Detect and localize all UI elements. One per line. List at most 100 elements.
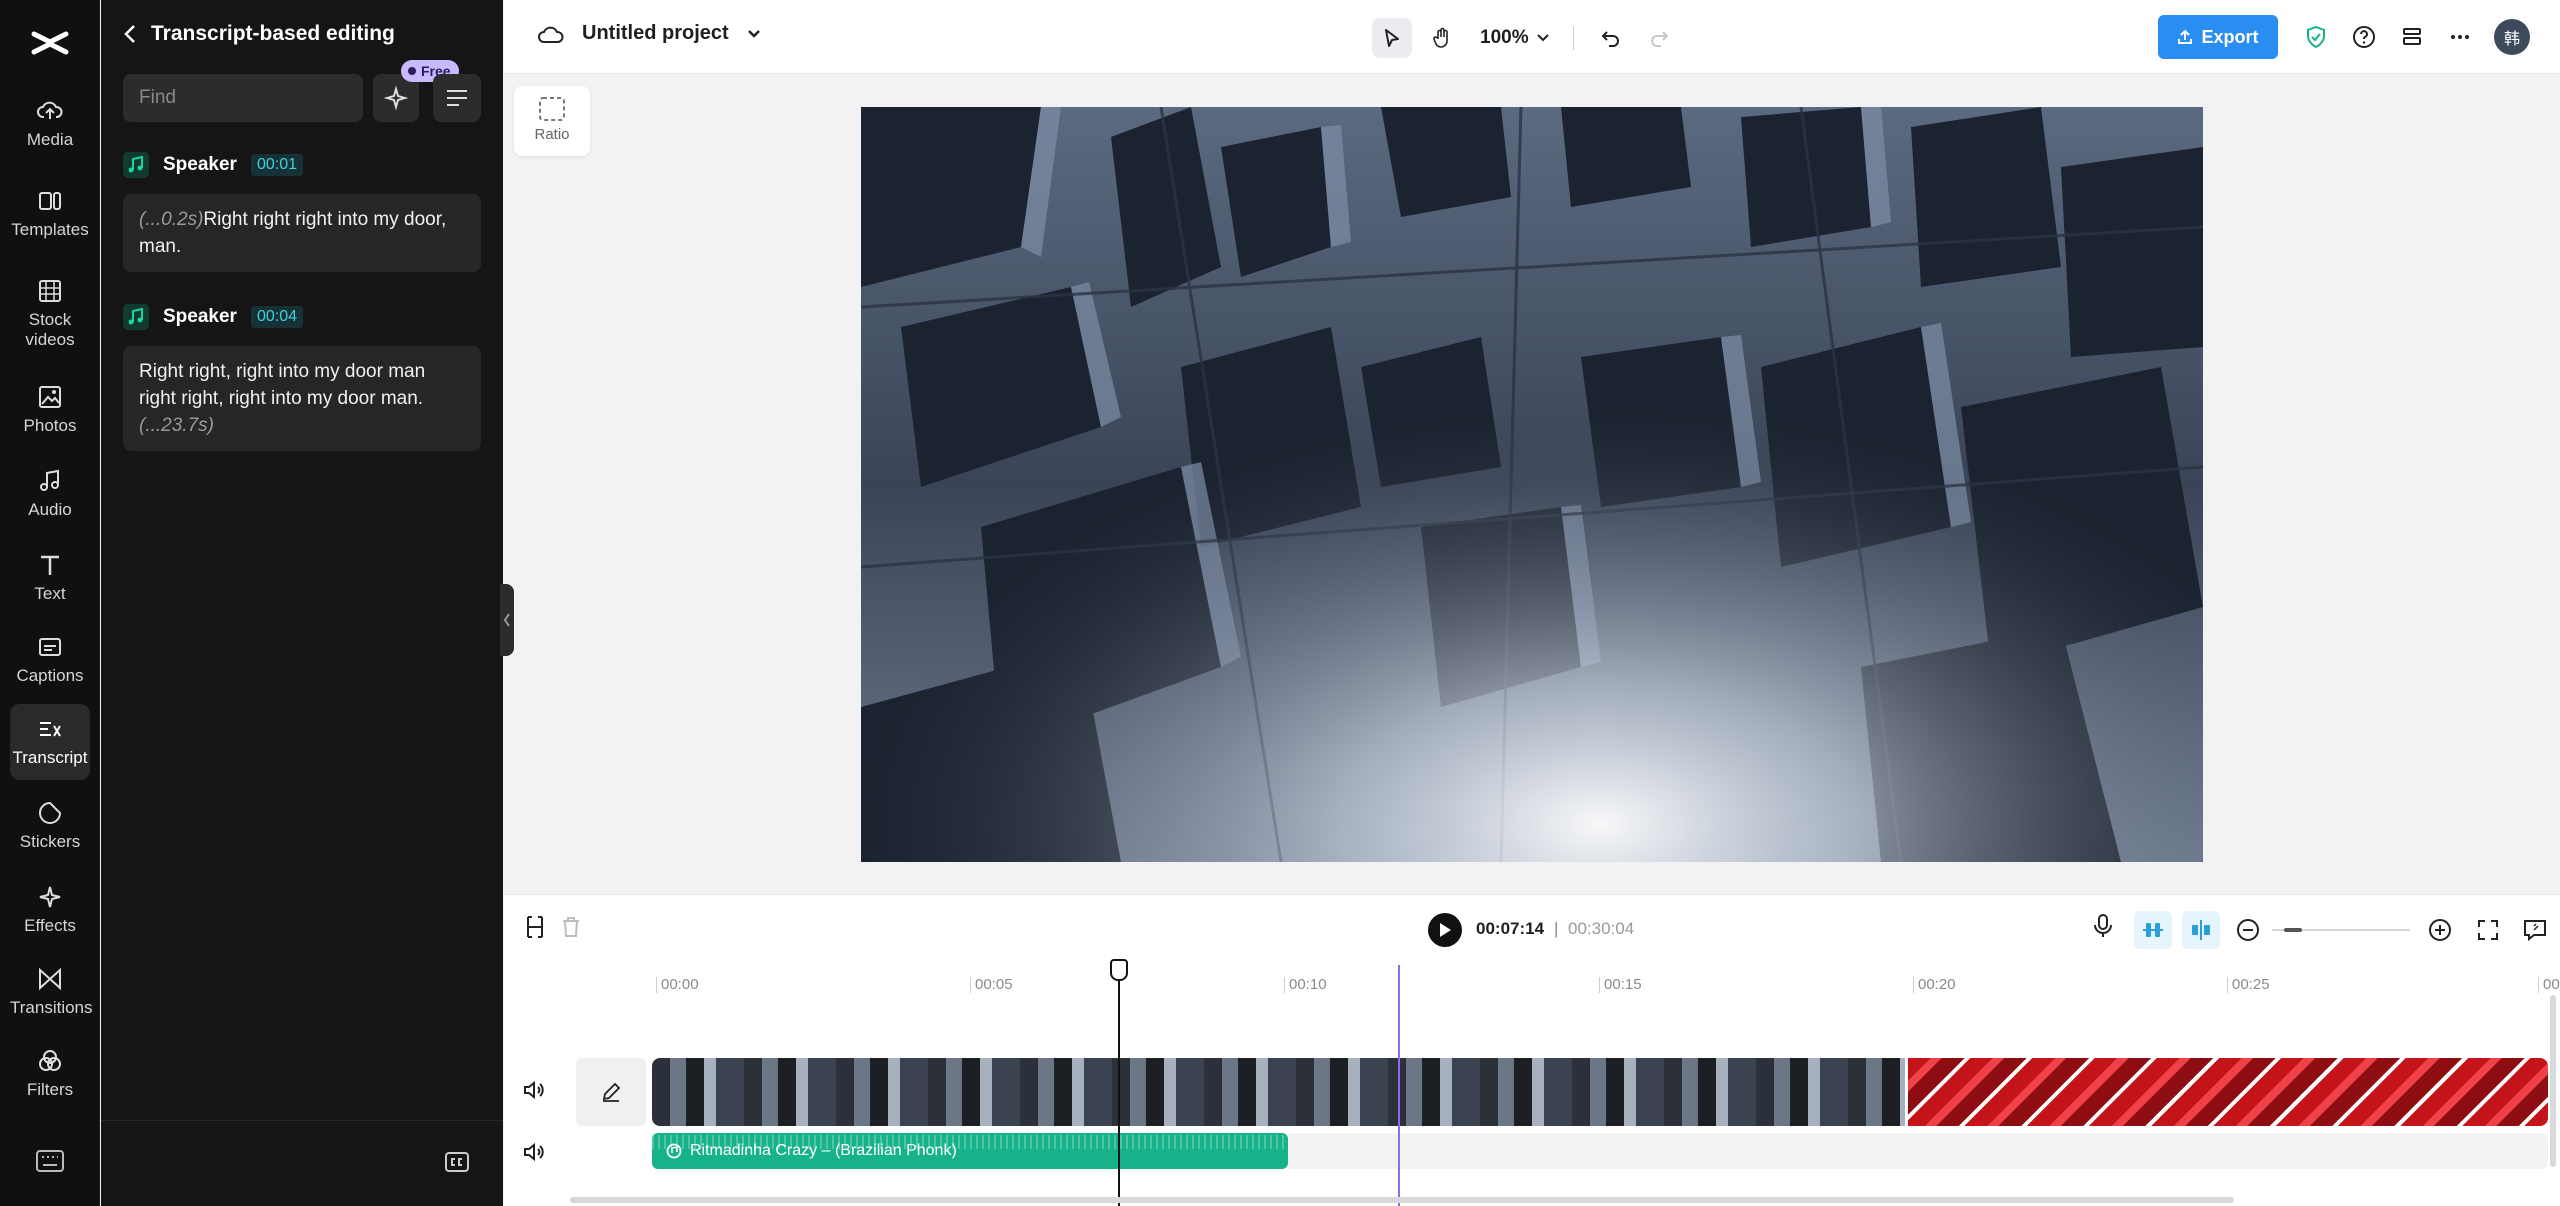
purple-marker-line — [1398, 965, 1400, 1206]
user-avatar[interactable]: 韩 — [2494, 19, 2530, 55]
time-separator: | — [1554, 919, 1559, 938]
trash-icon[interactable] — [560, 915, 582, 939]
video-clip-red[interactable] — [1908, 1058, 2548, 1126]
list-icon — [447, 90, 467, 106]
captions-icon — [39, 638, 61, 656]
transcript-panel: Transcript-based editing Free Speaker 00… — [101, 0, 503, 1206]
chevron-down-icon — [1536, 34, 1549, 42]
layers-button[interactable] — [2392, 17, 2432, 57]
keyboard-shortcuts-icon[interactable] — [36, 1150, 64, 1172]
playhead[interactable] — [1110, 959, 1128, 1206]
zoom-slider-knob[interactable] — [2284, 928, 2302, 932]
ratio-button[interactable]: Ratio — [514, 86, 590, 156]
toolbar-divider — [1572, 26, 1574, 50]
film-icon — [39, 280, 61, 302]
speaker-row[interactable]: Speaker 00:01 — [123, 152, 303, 178]
rail-item-stickers[interactable]: Stickers — [10, 788, 90, 864]
playhead-handle[interactable] — [1110, 959, 1128, 981]
transcript-block[interactable]: Right right, right into my door man righ… — [123, 346, 481, 451]
stack-icon — [2403, 28, 2421, 45]
timeline-zoom-slider[interactable] — [2272, 928, 2410, 932]
auto-snap-toggle[interactable] — [2134, 911, 2172, 949]
pause-marker[interactable]: (...0.2s) — [139, 209, 203, 230]
rail-item-media[interactable]: Media — [10, 86, 90, 162]
rail-label: Text — [34, 584, 66, 603]
select-tool-button[interactable] — [1372, 18, 1412, 58]
transcript-text[interactable]: Right right, right into my door man righ… — [139, 361, 425, 409]
panel-divider — [101, 1120, 503, 1121]
ruler-tick: 00:10 — [1284, 977, 1327, 993]
hand-tool-button[interactable] — [1422, 18, 1462, 58]
rail-label: Filters — [26, 1080, 74, 1099]
comment-icon[interactable] — [2522, 918, 2548, 942]
capcut-logo[interactable] — [30, 26, 70, 60]
ratio-label: Ratio — [534, 126, 570, 143]
audio-clip[interactable]: Ritmadinha Crazy – (Brazilian Phonk) — [652, 1133, 1288, 1169]
rail-item-transcript[interactable]: Transcript — [10, 704, 90, 780]
transcript-block[interactable]: (...0.2s)Right right right into my door,… — [123, 194, 481, 272]
transition-icon — [39, 967, 61, 991]
total-duration: 00:30:04 — [1568, 919, 1635, 938]
zoom-level: 100% — [1480, 27, 1529, 48]
rail-item-text[interactable]: Text — [10, 540, 90, 616]
speaker-name: Speaker — [163, 154, 237, 175]
security-button[interactable] — [2296, 17, 2336, 57]
redo-button[interactable] — [1640, 18, 1680, 58]
closed-captions-icon[interactable] — [445, 1152, 469, 1172]
video-preview[interactable] — [861, 107, 2203, 862]
split-icon[interactable] — [524, 915, 546, 939]
rail-item-stock-videos[interactable]: Stock videos — [10, 266, 90, 362]
magnet-link-icon — [2143, 923, 2163, 937]
time-ruler[interactable]: 00:00 00:05 00:10 00:15 00:20 00:25 00: — [504, 959, 2560, 993]
speaker-timestamp[interactable]: 00:01 — [250, 154, 303, 176]
music-note-icon — [123, 152, 149, 178]
horizontal-scrollbar[interactable] — [570, 1197, 2234, 1203]
rail-label: Media — [26, 130, 74, 149]
video-track[interactable] — [652, 1058, 2548, 1126]
more-options-button[interactable] — [2440, 17, 2480, 57]
current-time: 00:07:14 — [1476, 919, 1545, 938]
video-track-volume-icon[interactable] — [522, 1079, 546, 1101]
preview-axis-toggle[interactable] — [2182, 911, 2220, 949]
timeline-toolbar: 00:07:14 | 00:30:04 — [504, 895, 2560, 959]
back-arrow-icon[interactable] — [123, 24, 137, 44]
zoom-out-icon[interactable] — [2236, 918, 2260, 942]
cloud-icon — [538, 26, 564, 43]
aspect-ratio-icon — [539, 97, 565, 121]
circle-dot-icon — [408, 67, 416, 75]
rail-label: Audio — [28, 500, 72, 519]
audio-clip-label: Ritmadinha Crazy – (Brazilian Phonk) — [690, 1142, 957, 1159]
video-clip-city[interactable] — [652, 1058, 1908, 1126]
rail-label: Photos — [23, 416, 77, 435]
transcript-options-button[interactable] — [433, 74, 481, 122]
zoom-dropdown[interactable]: 100% — [1472, 27, 1557, 49]
export-button[interactable]: Export — [2158, 15, 2278, 59]
vertical-scrollbar[interactable] — [2550, 995, 2556, 1167]
project-name[interactable]: Untitled project — [582, 22, 729, 45]
find-input[interactable] — [123, 74, 363, 122]
undo-button[interactable] — [1590, 18, 1630, 58]
rail-item-effects[interactable]: Effects — [10, 872, 90, 948]
zoom-in-icon[interactable] — [2428, 918, 2452, 942]
ruler-tick: 00:15 — [1599, 977, 1642, 993]
hand-icon — [1433, 27, 1448, 48]
project-menu[interactable]: Untitled project — [538, 22, 761, 45]
music-note-icon — [123, 304, 149, 330]
pause-marker[interactable]: (...23.7s) — [139, 415, 214, 436]
speaker-row[interactable]: Speaker 00:04 — [123, 304, 303, 330]
rail-item-photos[interactable]: Photos — [10, 372, 90, 448]
export-label: Export — [2201, 26, 2259, 47]
play-button[interactable] — [1428, 913, 1462, 947]
rail-item-audio[interactable]: Audio — [10, 456, 90, 532]
rail-item-captions[interactable]: Captions — [10, 622, 90, 698]
panel-collapse-handle[interactable] — [500, 584, 514, 656]
rail-item-templates[interactable]: Templates — [10, 176, 90, 252]
edit-cover-button[interactable] — [576, 1058, 646, 1126]
microphone-icon[interactable] — [2092, 913, 2114, 939]
fullscreen-icon[interactable] — [2476, 918, 2500, 942]
help-button[interactable] — [2344, 17, 2384, 57]
rail-item-transitions[interactable]: Transitions — [10, 954, 93, 1030]
rail-item-filters[interactable]: Filters — [10, 1036, 90, 1112]
speaker-timestamp[interactable]: 00:04 — [250, 306, 303, 328]
audio-track-volume-icon[interactable] — [522, 1141, 546, 1163]
